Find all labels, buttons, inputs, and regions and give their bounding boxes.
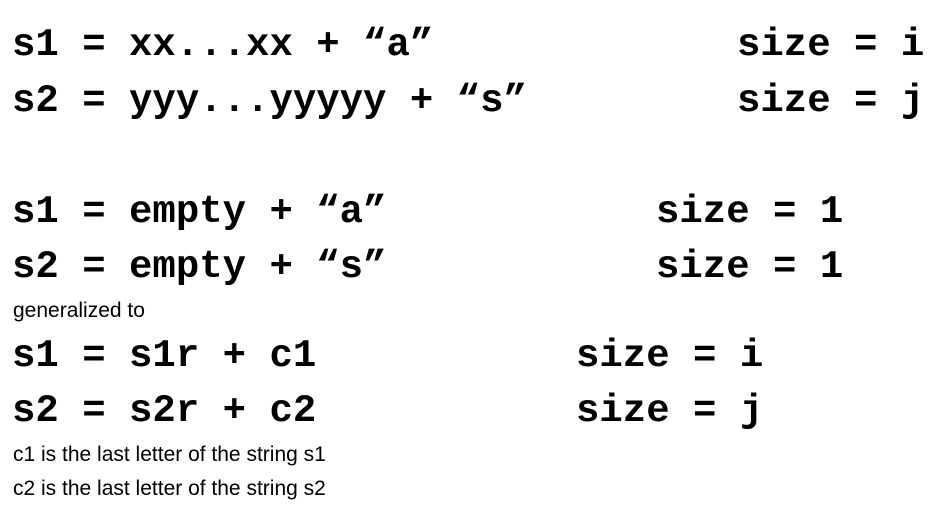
- generalized-to-label: generalized to: [13, 299, 145, 322]
- s2-general-size: size = j: [737, 79, 925, 123]
- s2-base-size: size = 1: [656, 245, 844, 289]
- s2-generalized-expression: s2 = s2r + c2: [12, 389, 317, 433]
- s1-general-expression: s1 = xx...xx + “a”: [12, 23, 434, 67]
- s1-base-size: size = 1: [656, 190, 844, 234]
- s1-base-expression: s1 = empty + “a”: [12, 190, 387, 234]
- s2-generalized-size: size = j: [576, 389, 764, 433]
- s1-generalized-size: size = i: [576, 334, 764, 378]
- s2-base-expression: s2 = empty + “s”: [12, 245, 387, 289]
- s1-general-size: size = i: [737, 23, 925, 67]
- c1-definition-note: c1 is the last letter of the string s1: [13, 443, 326, 466]
- s2-general-expression: s2 = yyy...yyyyy + “s”: [12, 79, 527, 123]
- c2-definition-note: c2 is the last letter of the string s2: [13, 477, 326, 500]
- s1-generalized-expression: s1 = s1r + c1: [12, 334, 317, 378]
